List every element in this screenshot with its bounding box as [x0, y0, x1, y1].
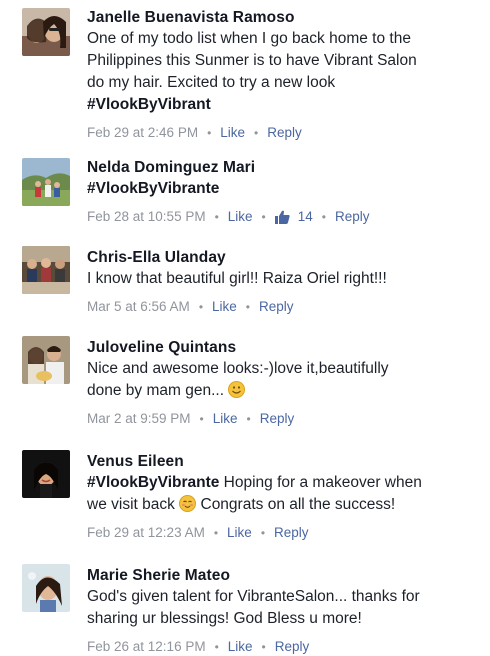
avatar-juloveline[interactable]	[22, 336, 70, 384]
comment-line: we visit back	[87, 496, 175, 513]
comment-text: #VlookByVibrante	[87, 178, 478, 200]
comment-text: #VlookByVibrante Hoping for a makeover w…	[87, 472, 478, 516]
comment-meta: Feb 26 at 12:16 PM • Like • Reply	[87, 638, 478, 656]
comment-meta: Mar 2 at 9:59 PM • Like • Reply	[87, 410, 478, 428]
comment-line: One of my todo list when I go back home …	[87, 30, 411, 47]
timestamp[interactable]: Feb 29 at 12:23 AM	[87, 524, 205, 542]
comment-line: done by mam gen...	[87, 382, 224, 399]
reply-button[interactable]: Reply	[267, 124, 302, 142]
separator-dot: •	[213, 526, 219, 540]
comment-line-wrapper: we visit back Congrats on all the succes…	[87, 494, 478, 516]
avatar-janelle[interactable]	[22, 8, 70, 56]
comment-line: Hoping for a makeover when	[219, 474, 422, 491]
separator-dot: •	[207, 126, 212, 140]
comment-line: Nice and awesome looks:-)love it,beautif…	[87, 360, 389, 377]
comment-meta: Feb 28 at 10:55 PM • Like • 14 • Reply	[87, 208, 478, 226]
avatar-venus[interactable]	[22, 450, 70, 498]
separator-dot: •	[214, 210, 219, 224]
separator-dot: •	[246, 412, 251, 426]
reply-button[interactable]: Reply	[260, 410, 295, 428]
like-button[interactable]: Like	[213, 410, 238, 428]
like-button[interactable]: Like	[212, 298, 237, 316]
hashtag-link[interactable]: #VlookByVibrante	[87, 178, 478, 200]
reply-button[interactable]: Reply	[275, 638, 310, 656]
avatar-chris-ella[interactable]	[22, 246, 70, 294]
comment-text: God's given talent for VibranteSalon... …	[87, 586, 478, 630]
reply-button[interactable]: Reply	[259, 298, 294, 316]
commenter-name[interactable]: Chris-Ella Ulanday	[87, 248, 478, 268]
like-button[interactable]: Like	[228, 208, 253, 226]
separator-dot: •	[199, 412, 204, 426]
separator-dot: •	[254, 126, 259, 140]
separator-dot: •	[261, 210, 266, 224]
avatar-nelda[interactable]	[22, 158, 70, 206]
avatar-marie[interactable]	[22, 564, 70, 612]
separator-dot: •	[214, 640, 219, 654]
hashtag-link[interactable]: #VlookByVibrant	[87, 94, 478, 116]
timestamp[interactable]: Feb 29 at 2:46 PM	[87, 124, 198, 142]
separator-dot: •	[198, 300, 204, 314]
thumbs-up-icon	[274, 210, 290, 224]
like-button[interactable]: Like	[220, 124, 245, 142]
comment-line-wrapper: done by mam gen...	[87, 380, 478, 402]
comment-meta: Feb 29 at 12:23 AM • Like • Reply	[87, 524, 478, 542]
comment-text: One of my todo list when I go back home …	[87, 28, 478, 116]
like-count[interactable]: 14	[274, 208, 313, 226]
like-button[interactable]: Like	[227, 524, 252, 542]
timestamp[interactable]: Mar 5 at 6:56 AM	[87, 298, 190, 316]
like-count-value: 14	[297, 209, 313, 224]
smiley-emoji-icon	[228, 381, 246, 398]
comment-text: I know that beautiful girl!! Raiza Oriel…	[87, 268, 478, 290]
commenter-name[interactable]: Venus Eileen	[87, 452, 478, 472]
commenter-name[interactable]: Janelle Buenavista Ramoso	[87, 8, 478, 28]
comment-meta: Mar 5 at 6:56 AM • Like • Reply	[87, 298, 478, 316]
comment-line: I know that beautiful girl!! Raiza Oriel…	[87, 270, 387, 287]
blush-emoji-icon	[179, 495, 197, 512]
comment-line-wrapper: #VlookByVibrante Hoping for a makeover w…	[87, 472, 478, 494]
separator-dot: •	[321, 210, 326, 224]
commenter-name[interactable]: Marie Sherie Mateo	[87, 566, 478, 586]
reply-button[interactable]: Reply	[274, 524, 309, 542]
comment-line: Congrats on all the success!	[196, 496, 396, 513]
commenter-name[interactable]: Nelda Dominguez Mari	[87, 158, 478, 178]
comment-line: God's given talent for VibranteSalon... …	[87, 588, 420, 605]
separator-dot: •	[261, 640, 266, 654]
reply-button[interactable]: Reply	[335, 208, 370, 226]
separator-dot: •	[260, 526, 266, 540]
separator-dot: •	[245, 300, 250, 314]
timestamp[interactable]: Feb 26 at 12:16 PM	[87, 638, 206, 656]
like-button[interactable]: Like	[228, 638, 253, 656]
comment-meta: Feb 29 at 2:46 PM • Like • Reply	[87, 124, 478, 142]
timestamp[interactable]: Feb 28 at 10:55 PM	[87, 208, 206, 226]
timestamp[interactable]: Mar 2 at 9:59 PM	[87, 410, 191, 428]
comment-line: do my hair. Excited to try a new look	[87, 74, 336, 91]
comment-text: Nice and awesome looks:-)love it,beautif…	[87, 358, 478, 402]
hashtag-link[interactable]: #VlookByVibrante	[87, 474, 219, 491]
comment-line: Philippines this Sunmer is to have Vibra…	[87, 52, 417, 69]
comment-line: sharing ur blessings! God Bless u more!	[87, 610, 362, 627]
commenter-name[interactable]: Juloveline Quintans	[87, 338, 478, 358]
